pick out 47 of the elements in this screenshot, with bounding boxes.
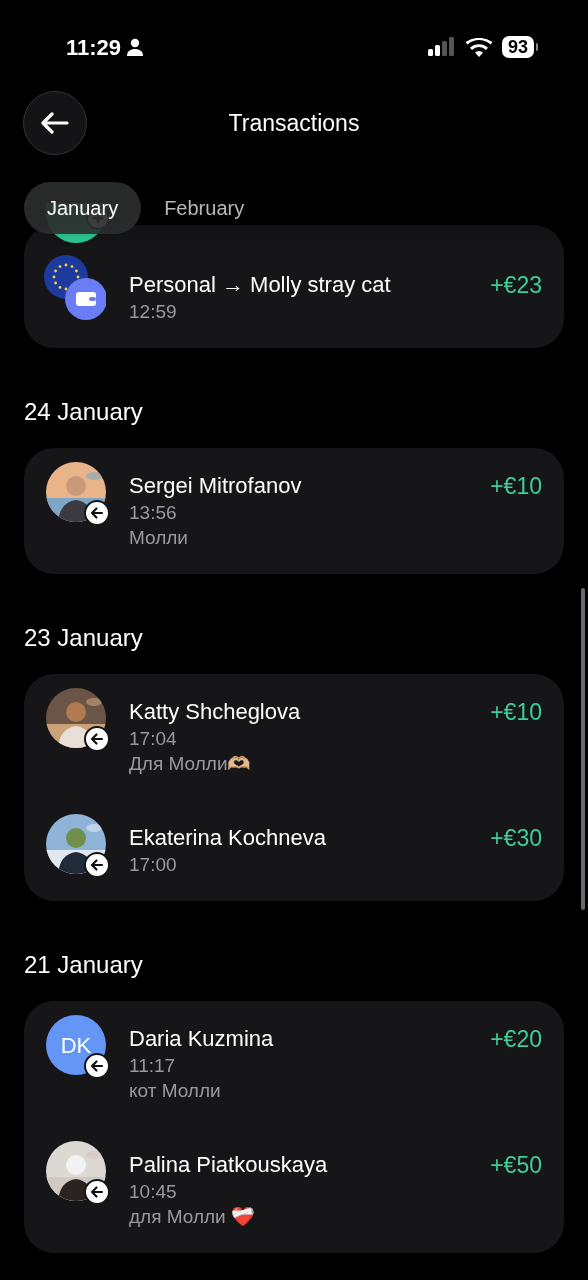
transaction-row[interactable]: Palina Piatkouskaya 10:45 для Молли ❤‍🩹 +€50 [46,1127,542,1253]
transaction-time: 11:17 [129,1054,177,1078]
transaction-note: кот Молли [129,1079,222,1103]
back-arrow-icon [41,112,69,134]
transaction-time: 13:56 [129,501,178,525]
transaction-name: Katty Shcheglova [129,698,302,726]
month-tab[interactable]: January [24,182,142,234]
euro-wallet-icon [44,255,106,321]
transaction-time: 10:45 [129,1180,178,1204]
arrow-left-icon [84,1053,110,1079]
transaction-amount: +€10 [490,698,542,726]
transaction-note: Для Молли🫶🏼 [129,752,253,776]
wifi-icon [465,37,492,57]
transaction-row[interactable]: Ekaterina Kochneva 17:00 +€30 [46,800,542,901]
transaction-note: для Молли ❤‍🩹 [129,1205,256,1229]
transaction-name: Sergei Mitrofanov [129,472,303,500]
transaction-name: Palina Piatkouskaya [129,1151,329,1179]
transaction-amount: +€10 [490,472,542,500]
transaction-name: Personal → Molly stray cat [129,271,392,299]
person-icon [127,38,144,56]
arrow-left-icon [84,726,110,752]
transaction-note: Молли [129,526,189,550]
month-tab[interactable]: February [141,182,268,234]
transaction-amount: +€20 [490,1025,542,1053]
date-heading: 21 January [24,950,144,980]
transaction-amount: +€23 [490,271,542,299]
transaction-name: Daria Kuzmina [129,1025,275,1053]
transaction-time: 12:59 [129,300,178,324]
arrow-left-icon [84,500,110,526]
transaction-time: 17:04 [129,727,178,751]
transaction-row[interactable]: Sergei Mitrofanov 13:56 Молли +€10 [46,448,542,574]
arrow-left-icon [84,852,110,878]
transaction-time: 17:00 [129,853,178,877]
transaction-row[interactable]: Katty Shcheglova 17:04 Для Молли🫶🏼 +€10 [46,674,542,800]
transaction-amount: +€50 [490,1151,542,1179]
transaction-row[interactable]: Personal → Molly stray cat 12:59 +€23 [46,247,542,348]
signal-icon [427,37,456,57]
arrow-left-icon [84,1179,110,1205]
initials-avatar: DK [46,1015,106,1075]
battery-level: 93 [501,36,534,58]
page-title: Transactions [227,109,361,138]
date-heading: 24 January [24,397,144,427]
clock: 11:29 [66,33,122,62]
transaction-row[interactable]: DK Daria Kuzmina 11:17 кот Молли +€20 [46,1001,542,1127]
date-heading: 23 January [24,623,144,653]
transaction-name: Ekaterina Kochneva [129,824,327,852]
transaction-amount: +€30 [490,824,542,852]
